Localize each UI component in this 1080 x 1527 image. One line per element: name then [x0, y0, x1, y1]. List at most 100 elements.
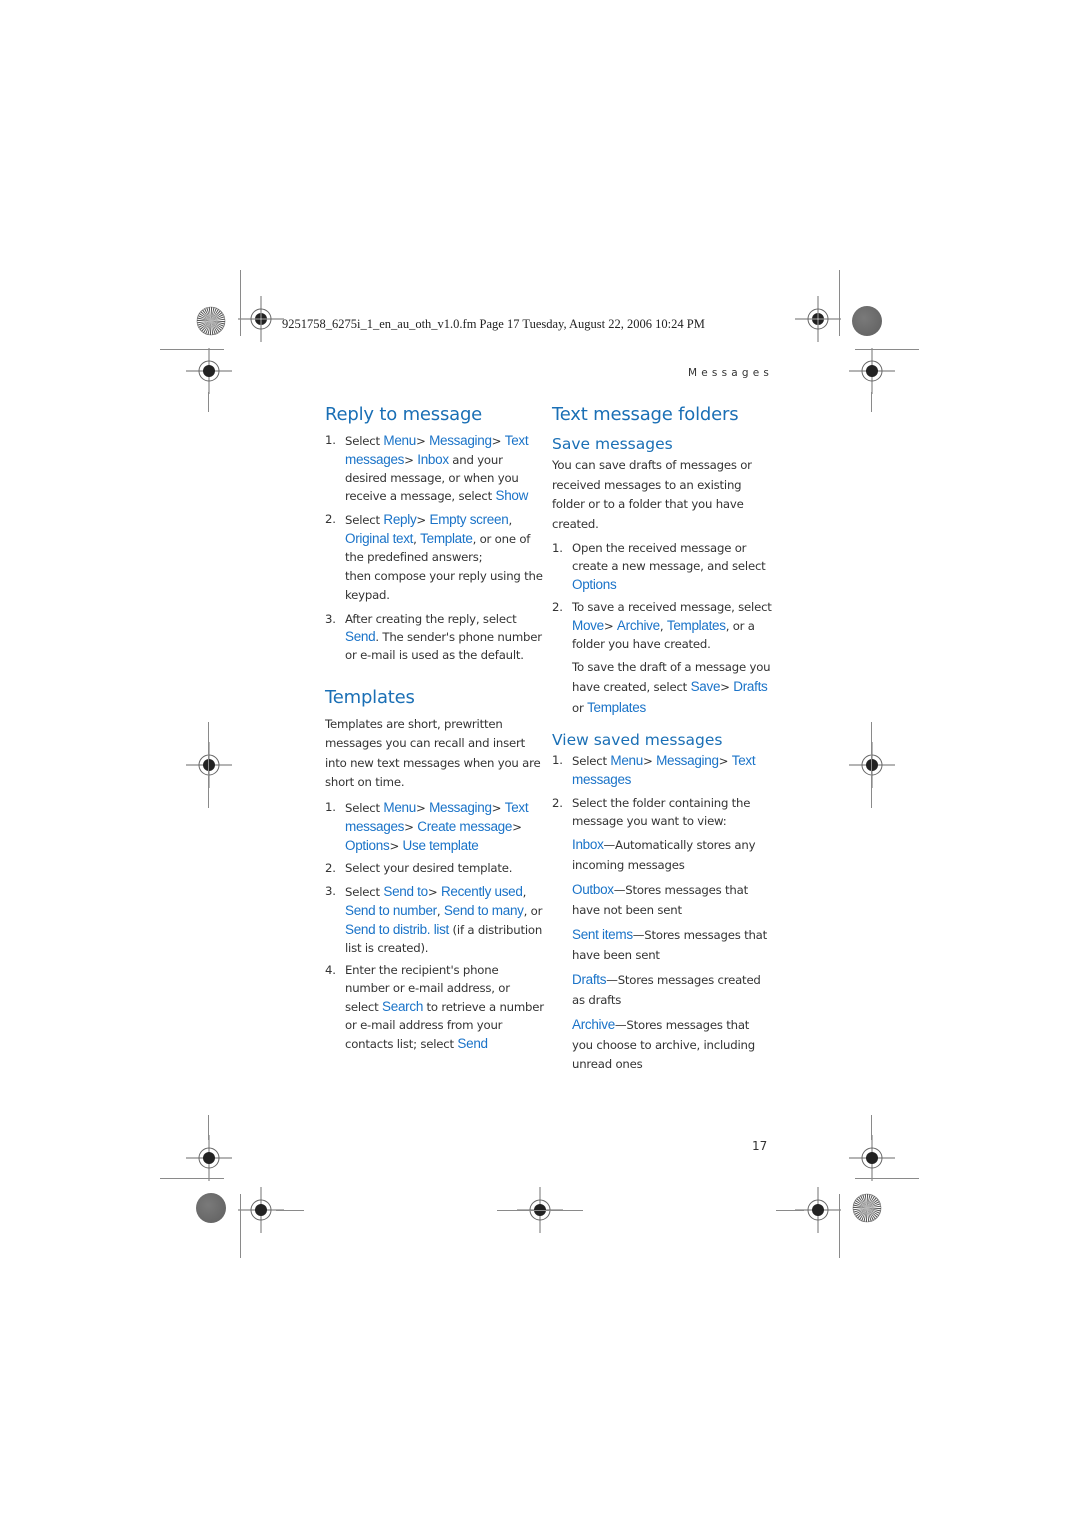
ui-term: Recently used — [440, 884, 523, 900]
step-text: > — [603, 619, 617, 634]
ui-term: Move — [572, 618, 604, 634]
ui-term: Save — [690, 679, 721, 695]
ui-term: Use template — [402, 837, 479, 853]
step-text: , — [522, 885, 527, 900]
registration-mark-icon — [186, 1135, 232, 1181]
view-steps: 1. Select Menu> Messaging> Text messages … — [552, 752, 772, 830]
step-text: , — [436, 903, 444, 918]
registration-mark-icon — [186, 348, 232, 394]
section-title: Templates — [325, 686, 415, 708]
folder-name: Drafts — [572, 972, 607, 988]
reply-steps: 1. Select Menu> Messaging> Text messages>… — [325, 432, 545, 665]
crop-line — [871, 1115, 873, 1140]
ui-term: Templates — [587, 699, 646, 715]
grey-density-dot-icon — [852, 306, 882, 336]
step-text: or — [572, 700, 588, 715]
step-number: 2. — [325, 861, 336, 876]
ui-term: Search — [382, 998, 424, 1014]
step-text: > — [415, 434, 430, 448]
ui-term: Messaging — [429, 433, 492, 448]
starburst-target-icon — [196, 306, 226, 336]
left-column: Reply to message 1. Select Menu> Messagin… — [325, 404, 545, 1058]
registration-mark-icon — [795, 296, 841, 342]
folder-name: Archive — [572, 1017, 615, 1033]
step-number: 2. — [552, 600, 563, 615]
ui-term: Template — [420, 530, 473, 546]
registration-mark-icon — [238, 296, 284, 342]
ui-term: Reply — [383, 512, 417, 528]
ui-term: Messaging — [429, 799, 492, 815]
step: 2. To save a received message, select Mov… — [552, 599, 772, 718]
registration-mark-icon — [849, 1135, 895, 1181]
right-column: Text message folders Save messages You c… — [552, 404, 772, 1080]
step-text: Select the folder containing the message… — [572, 795, 751, 828]
step: 1. Open the received message or create a … — [552, 540, 772, 594]
ui-term: Options — [345, 837, 390, 853]
ui-term: Show — [495, 488, 529, 504]
ui-term: Archive — [616, 618, 660, 634]
page-number: 17 — [752, 1139, 768, 1153]
subsection-title: View saved messages — [552, 731, 723, 750]
crop-line — [776, 1210, 804, 1212]
step-sub-paragraph: To save the draft of a message you have … — [572, 658, 772, 719]
folder-entry-sent-items: Sent items—Stores messages that have bee… — [572, 925, 772, 965]
ui-term: Send to — [383, 884, 428, 900]
subsection-title: Save messages — [552, 435, 673, 453]
ui-term: Send to number — [345, 902, 437, 918]
step: 2. Select your desired template. — [325, 860, 545, 878]
registration-mark-icon — [849, 348, 895, 394]
step-text: , or — [523, 903, 543, 918]
step-number: 3. — [325, 884, 336, 899]
step-number: 1. — [325, 433, 336, 447]
step-text: , — [508, 513, 512, 528]
step-text: Select — [345, 885, 384, 900]
ui-term: Send to distrib. list — [345, 921, 450, 937]
ui-term: Create message — [417, 818, 513, 834]
step-text: Select — [345, 513, 384, 528]
folder-list: Inbox—Automatically stores any incoming … — [552, 835, 772, 1075]
templates-section: Templates Templates are short, prewritte… — [325, 687, 545, 1053]
step-text: > — [720, 680, 734, 695]
step-text: > — [427, 885, 441, 900]
section-title: Reply to message — [325, 404, 483, 425]
step-number: 4. — [325, 963, 336, 978]
templates-steps: 1. Select Menu> Messaging> Text messages>… — [325, 799, 545, 1053]
section-title: Text message folders — [552, 404, 739, 425]
step-text: > — [389, 838, 403, 853]
step-text: > — [512, 819, 522, 834]
ui-term: Send — [457, 1035, 488, 1051]
step: 2. Select Reply> Empty screen, Original t… — [325, 511, 545, 605]
ui-term: Menu — [383, 799, 416, 815]
ui-term: Options — [572, 576, 617, 592]
save-intro: You can save drafts of messages or recei… — [552, 458, 752, 531]
step-text: After creating the reply, select — [345, 611, 517, 626]
step: 2. Select the folder containing the messa… — [552, 795, 772, 831]
file-info-header: 9251758_6275i_1_en_au_oth_v1.0.fm Page 1… — [282, 317, 705, 331]
step-number: 1. — [552, 541, 563, 555]
step-number: 1. — [325, 799, 336, 814]
step-text: > — [415, 800, 430, 815]
step: 1. Select Menu> Messaging> Text messages>… — [325, 432, 545, 506]
step-text: > — [491, 434, 505, 448]
step-text: To save a received message, select — [572, 600, 772, 615]
folder-entry-inbox: Inbox—Automatically stores any incoming … — [572, 835, 772, 875]
step-continuation: then compose your reply using the keypad… — [345, 568, 543, 603]
folder-entry-archive: Archive—Stores messages that you choose … — [572, 1015, 772, 1075]
step: 3. After creating the reply, select Send.… — [325, 611, 545, 665]
step: 1. Select Menu> Messaging> Text messages — [552, 752, 772, 790]
ui-term: Empty screen — [429, 512, 509, 528]
step-number: 2. — [325, 512, 336, 527]
starburst-target-icon — [852, 1193, 882, 1223]
folder-name: Inbox — [572, 837, 604, 853]
step-text: . The sender's phone number or e-mail is… — [345, 630, 542, 663]
step-text: > — [416, 513, 430, 528]
save-messages-section: Save messages You can save drafts of mes… — [552, 434, 772, 718]
step-text: > — [642, 754, 657, 769]
templates-intro: Templates are short, prewritten messages… — [325, 716, 541, 790]
grey-density-dot-icon — [196, 1193, 226, 1223]
folder-entry-outbox: Outbox—Stores messages that have not bee… — [572, 880, 772, 920]
crop-line — [276, 1210, 304, 1212]
step-number: 2. — [552, 795, 563, 810]
step-number: 1. — [552, 753, 563, 768]
step-text: Select — [345, 434, 384, 448]
